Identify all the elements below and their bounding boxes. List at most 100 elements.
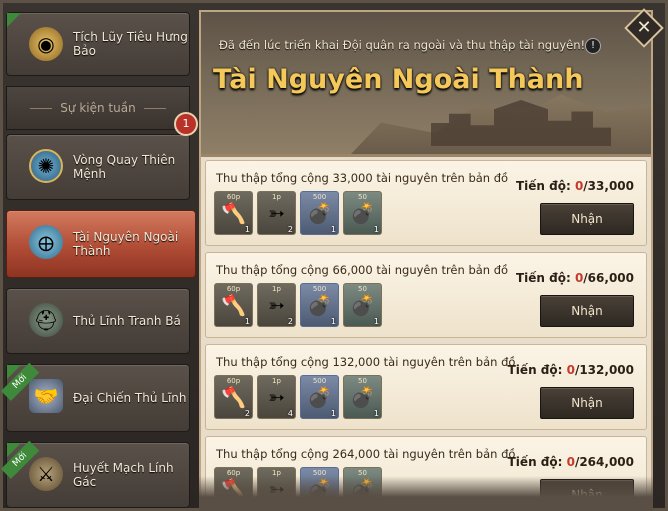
reward-count: 1 xyxy=(244,317,250,326)
sidebar-item-label: Vòng Quay Thiên Mệnh xyxy=(73,153,176,181)
banner-description: Đã đến lúc triển khai Đội quân ra ngoài … xyxy=(219,38,586,52)
reward-item[interactable]: 60p 🪓 2 xyxy=(214,375,253,419)
reward-caption: 500 xyxy=(312,377,327,385)
reward-item[interactable]: 500 💣 1 xyxy=(300,375,339,419)
task-title: Thu thập tổng cộng 264,000 tài nguyên tr… xyxy=(216,447,516,461)
speedup-icon: ➳ xyxy=(268,201,285,225)
week-events-separator: Sự kiện tuần xyxy=(6,86,190,130)
progress-target: /66,000 xyxy=(583,271,634,285)
event-banner: Đã đến lúc triển khai Đội quân ra ngoài … xyxy=(201,12,651,157)
reward-item[interactable]: 1p ➳ 4 xyxy=(257,375,296,419)
reward-caption: 500 xyxy=(312,285,327,293)
claim-button[interactable]: Nhận xyxy=(540,387,634,419)
progress-target: /132,000 xyxy=(574,363,634,377)
task-row: Thu thập tổng cộng 66,000 tài nguyên trê… xyxy=(205,252,647,338)
soldier-icon: ⚔ xyxy=(29,457,63,491)
close-icon: ✕ xyxy=(636,17,652,38)
globe-icon: 🜨 xyxy=(29,225,63,259)
list-fade xyxy=(199,476,653,511)
reward-count: 1 xyxy=(373,409,379,418)
wheel-icon: ✺ xyxy=(29,149,63,183)
reward-count: 2 xyxy=(287,317,293,326)
sidebar-item-label: Tích Lũy Tiêu Hưng Bảo xyxy=(73,30,188,58)
speedup-icon: ➳ xyxy=(268,385,285,409)
sidebar: ◉ Tích Lũy Tiêu Hưng Bảo Sự kiện tuần ✺ … xyxy=(1,10,196,508)
reward-caption: 50 xyxy=(358,285,367,293)
reward-count: 1 xyxy=(330,317,336,326)
reward-count: 1 xyxy=(330,225,336,234)
reward-item[interactable]: 50 💣 1 xyxy=(343,191,382,235)
speedup-icon: ➳ xyxy=(268,293,285,317)
claim-button[interactable]: Nhận xyxy=(540,295,634,327)
progress-target: /264,000 xyxy=(574,455,634,469)
reward-item[interactable]: 50 💣 1 xyxy=(343,283,382,327)
sidebar-item-tich-luy[interactable]: ◉ Tích Lũy Tiêu Hưng Bảo xyxy=(6,12,190,76)
task-title: Thu thập tổng cộng 33,000 tài nguyên trê… xyxy=(216,171,509,185)
reward-item[interactable]: 50 💣 1 xyxy=(343,375,382,419)
task-row: Thu thập tổng cộng 132,000 tài nguyên tr… xyxy=(205,344,647,430)
reward-count: 1 xyxy=(373,317,379,326)
reward-caption: 60p xyxy=(226,377,241,385)
speedup-icon: 🪓 xyxy=(221,293,246,317)
notification-badge: 1 xyxy=(174,112,198,136)
task-row: Thu thập tổng cộng 33,000 tài nguyên trê… xyxy=(205,160,647,246)
task-progress: Tiến độ: 0/66,000 xyxy=(516,271,634,285)
bomb-icon: 💣 xyxy=(350,385,375,409)
info-icon[interactable]: ! xyxy=(585,38,601,54)
claim-button[interactable]: Nhận xyxy=(540,203,634,235)
reward-items: 60p 🪓 1 1p ➳ 2 500 💣 1 50 💣 1 xyxy=(214,283,382,329)
reward-caption: 1p xyxy=(272,377,281,385)
bomb-icon: 💣 xyxy=(350,293,375,317)
reward-count: 1 xyxy=(330,409,336,418)
progress-label: Tiến độ: xyxy=(515,179,575,193)
reward-items: 60p 🪓 2 1p ➳ 4 500 💣 1 50 💣 1 xyxy=(214,375,382,421)
reward-caption: 1p xyxy=(272,193,281,201)
reward-item[interactable]: 1p ➳ 2 xyxy=(257,283,296,327)
reward-count: 4 xyxy=(287,409,293,418)
bomb-icon: 💣 xyxy=(307,201,332,225)
sidebar-item-vong-quay[interactable]: ✺ Vòng Quay Thiên Mệnh xyxy=(6,134,190,200)
reward-caption: 50 xyxy=(358,193,367,201)
reward-items: 60p 🪓 1 1p ➳ 2 500 💣 1 50 💣 1 xyxy=(214,191,382,237)
reward-item[interactable]: 60p 🪓 1 xyxy=(214,283,253,327)
reward-caption: 1p xyxy=(272,285,281,293)
task-title: Thu thập tổng cộng 132,000 tài nguyên tr… xyxy=(216,355,516,369)
progress-label: Tiến độ: xyxy=(507,455,567,469)
reward-caption: 60p xyxy=(226,193,241,201)
reward-item[interactable]: 500 💣 1 xyxy=(300,283,339,327)
sidebar-item-label: Thủ Lĩnh Tranh Bá xyxy=(73,314,181,328)
reward-count: 1 xyxy=(373,225,379,234)
reward-count: 2 xyxy=(244,409,250,418)
reward-count: 1 xyxy=(244,225,250,234)
handshake-shield-icon: 🤝 xyxy=(29,379,63,413)
bomb-icon: 💣 xyxy=(307,385,332,409)
helmet-icon: ⛑ xyxy=(29,303,63,337)
sidebar-item-label: Huyết Mạch Lính Gác xyxy=(73,461,174,489)
speedup-icon: 🪓 xyxy=(221,201,246,225)
progress-current: 0 xyxy=(566,455,575,469)
bomb-icon: 💣 xyxy=(350,201,375,225)
sidebar-item-thu-linh-tranh-ba[interactable]: ⛑ Thủ Lĩnh Tranh Bá xyxy=(6,288,190,354)
reward-count: 2 xyxy=(287,225,293,234)
reward-item[interactable]: 1p ➳ 2 xyxy=(257,191,296,235)
banner-title: Tài Nguyên Ngoài Thành xyxy=(213,64,584,95)
new-ribbon xyxy=(7,13,21,27)
reward-item[interactable]: 60p 🪓 1 xyxy=(214,191,253,235)
sidebar-item-dai-chien[interactable]: Mới 🤝 Đại Chiến Thủ Lĩnh xyxy=(1,362,190,432)
reward-item[interactable]: 500 💣 1 xyxy=(300,191,339,235)
progress-label: Tiến độ: xyxy=(507,363,567,377)
task-title: Thu thập tổng cộng 66,000 tài nguyên trê… xyxy=(216,263,509,277)
sidebar-item-label: Tài Nguyên Ngoài Thành xyxy=(73,230,179,258)
sidebar-item-label: Đại Chiến Thủ Lĩnh xyxy=(73,391,187,405)
progress-current: 0 xyxy=(566,363,575,377)
sidebar-item-tai-nguyen[interactable]: 🜨 Tài Nguyên Ngoài Thành xyxy=(6,210,196,278)
reward-caption: 50 xyxy=(358,377,367,385)
task-progress: Tiến độ: 0/132,000 xyxy=(508,363,634,377)
progress-label: Tiến độ: xyxy=(515,271,575,285)
task-progress: Tiến độ: 0/264,000 xyxy=(508,455,634,469)
progress-target: /33,000 xyxy=(583,179,634,193)
reward-caption: 500 xyxy=(312,193,327,201)
main-panel: Đã đến lúc triển khai Đội quân ra ngoài … xyxy=(199,10,653,504)
reward-caption: 60p xyxy=(226,285,241,293)
sidebar-item-huyet-mach[interactable]: Mới ⚔ Huyết Mạch Lính Gác xyxy=(1,440,190,508)
